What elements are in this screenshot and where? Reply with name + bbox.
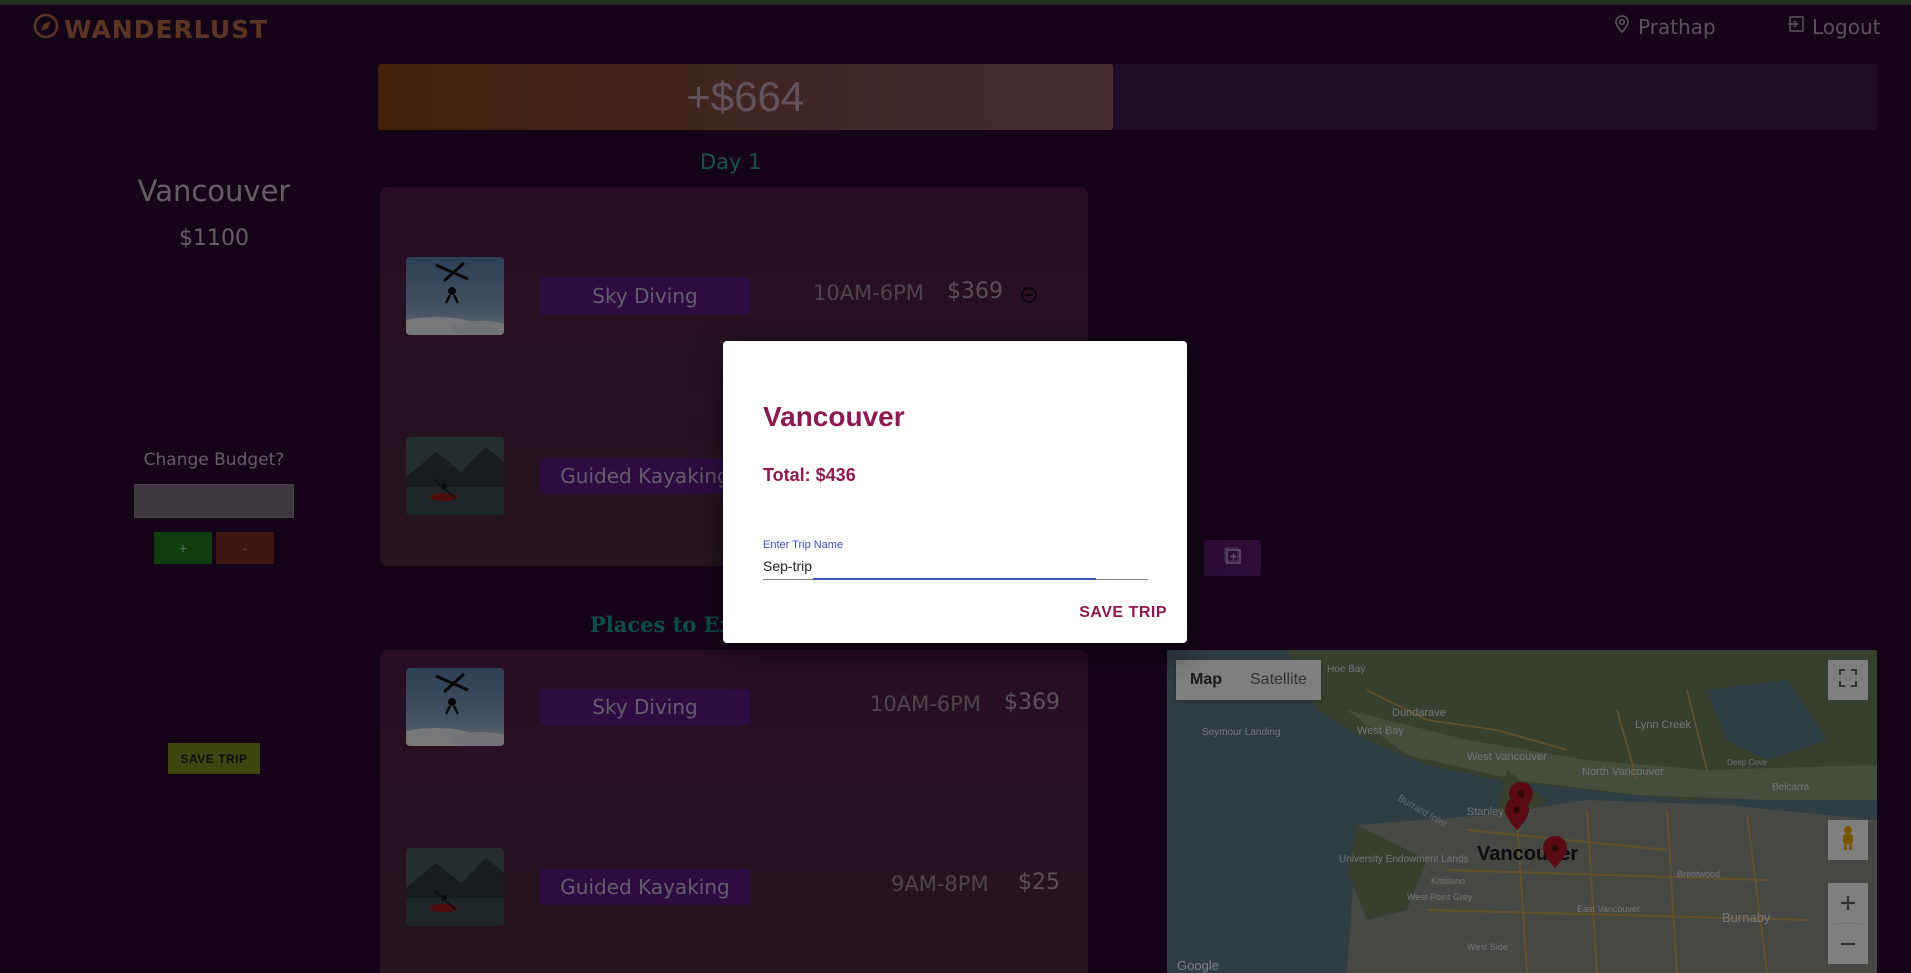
trip-name-label: Enter Trip Name [763,539,844,551]
dialog-save-trip-button[interactable]: SAVE TRIP [1073,603,1173,623]
dialog-title: Vancouver [763,401,905,432]
input-focus-underline [813,578,1096,580]
dialog-total: Total: $436 [763,465,856,485]
trip-name-input[interactable] [763,553,1148,580]
save-trip-dialog: Vancouver Total: $436 Enter Trip Name SA… [723,341,1187,643]
